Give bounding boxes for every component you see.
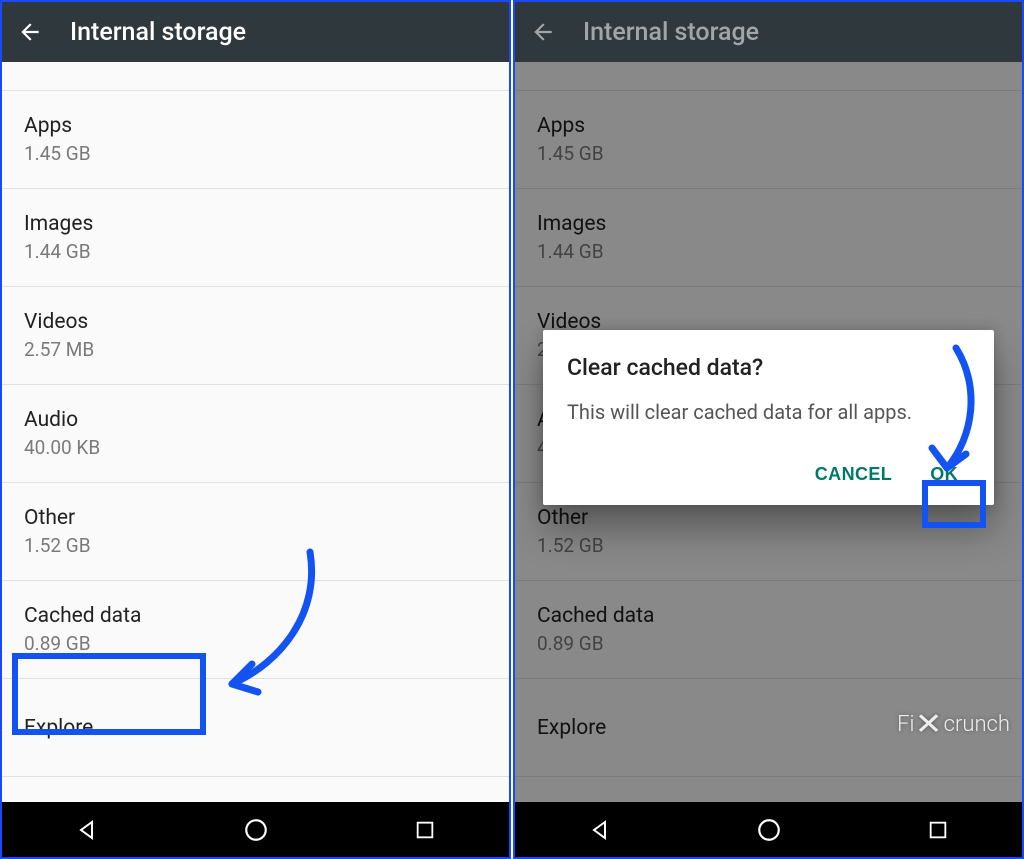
row-label: Audio bbox=[24, 408, 487, 432]
dialog-body: This will clear cached data for all apps… bbox=[567, 399, 970, 426]
triangle-back-icon bbox=[588, 818, 612, 842]
nav-back[interactable] bbox=[73, 816, 101, 844]
nav-recents[interactable] bbox=[411, 816, 439, 844]
dialog-title: Clear cached data? bbox=[567, 354, 970, 381]
page-title: Internal storage bbox=[583, 18, 759, 47]
app-bar: Internal storage bbox=[2, 2, 509, 62]
triangle-back-icon bbox=[75, 818, 99, 842]
square-recents-icon bbox=[414, 819, 436, 841]
square-recents-icon bbox=[927, 819, 949, 841]
row-size: 1.45 GB bbox=[24, 142, 487, 165]
phone-right: Internal storage Apps 1.45 GB Images 1.4… bbox=[513, 0, 1024, 859]
app-bar: Internal storage bbox=[515, 2, 1022, 62]
nav-bar bbox=[2, 802, 509, 857]
row-size: 1.44 GB bbox=[24, 240, 487, 263]
watermark-left: Fi bbox=[897, 712, 914, 737]
back-button[interactable] bbox=[527, 16, 559, 48]
annotation-highlight-ok bbox=[922, 480, 986, 528]
nav-back[interactable] bbox=[586, 816, 614, 844]
x-icon: ✕ bbox=[915, 707, 943, 742]
clear-cache-dialog: Clear cached data? This will clear cache… bbox=[543, 330, 994, 505]
row-audio[interactable]: Audio 40.00 KB bbox=[2, 385, 509, 483]
row-videos[interactable]: Videos 2.57 MB bbox=[2, 287, 509, 385]
row-images[interactable]: Images 1.44 GB bbox=[2, 189, 509, 287]
cancel-button[interactable]: CANCEL bbox=[803, 456, 904, 493]
tutorial-side-by-side: Internal storage Apps 1.45 GB Images 1.4… bbox=[0, 0, 1024, 859]
row-size: 0.89 GB bbox=[24, 632, 487, 655]
row-label: Other bbox=[24, 506, 487, 530]
row-label: Apps bbox=[24, 114, 487, 138]
nav-recents[interactable] bbox=[924, 816, 952, 844]
arrow-back-icon bbox=[17, 19, 43, 45]
row-apps[interactable]: Apps 1.45 GB bbox=[2, 91, 509, 189]
nav-bar bbox=[515, 802, 1022, 857]
nav-home[interactable] bbox=[755, 816, 783, 844]
header-spacer bbox=[2, 62, 509, 91]
row-label: Images bbox=[24, 212, 487, 236]
watermark: Fi ✕ crunch bbox=[897, 707, 1010, 742]
phone-left: Internal storage Apps 1.45 GB Images 1.4… bbox=[0, 0, 511, 859]
annotation-highlight-cached bbox=[12, 653, 206, 735]
circle-home-icon bbox=[756, 817, 782, 843]
row-size: 2.57 MB bbox=[24, 338, 487, 361]
dialog-actions: CANCEL OK bbox=[567, 456, 970, 493]
row-label: Videos bbox=[24, 310, 487, 334]
back-button[interactable] bbox=[14, 16, 46, 48]
row-label: Cached data bbox=[24, 604, 487, 628]
page-title: Internal storage bbox=[70, 18, 246, 47]
storage-list: Apps 1.45 GB Images 1.44 GB Videos 2.57 … bbox=[515, 62, 1022, 802]
nav-home[interactable] bbox=[242, 816, 270, 844]
watermark-right: crunch bbox=[944, 712, 1010, 737]
arrow-back-icon bbox=[530, 19, 556, 45]
row-other[interactable]: Other 1.52 GB bbox=[2, 483, 509, 581]
circle-home-icon bbox=[243, 817, 269, 843]
row-size: 1.52 GB bbox=[24, 534, 487, 557]
row-size: 40.00 KB bbox=[24, 436, 487, 459]
